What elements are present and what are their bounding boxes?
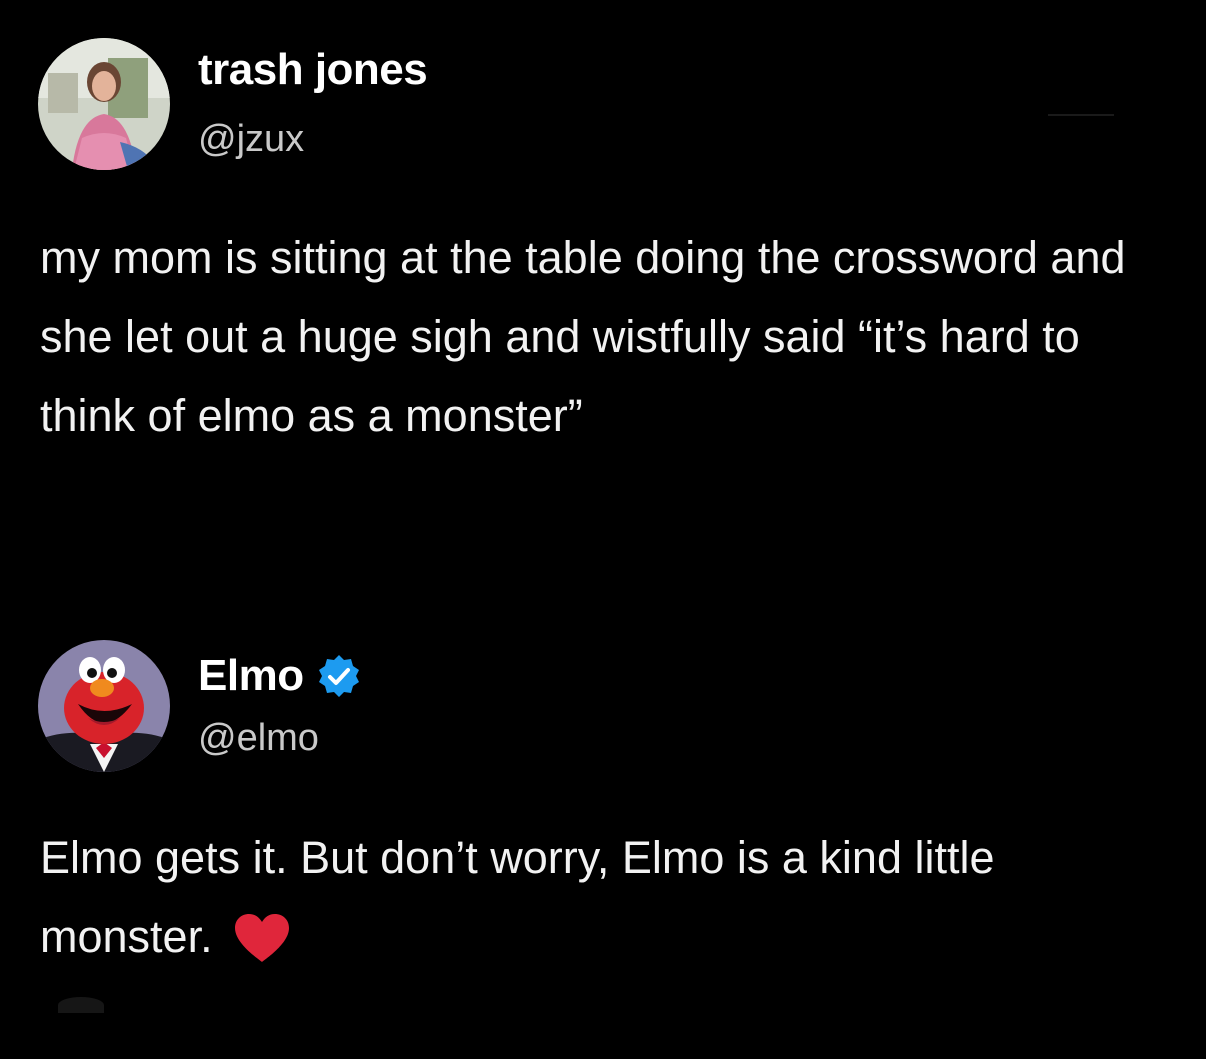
- display-name[interactable]: trash jones: [198, 44, 428, 96]
- avatar-elmo[interactable]: [38, 640, 170, 772]
- elmo-profile-icon: [38, 640, 170, 772]
- user-handle[interactable]: @elmo: [198, 715, 319, 761]
- author-row: Elmo: [198, 650, 362, 702]
- divider: [1048, 114, 1114, 116]
- author-row: trash jones: [198, 44, 428, 96]
- next-avatar-edge: [58, 997, 104, 1013]
- tweet-text: Elmo gets it. But don’t worry, Elmo is a…: [40, 818, 1170, 976]
- user-handle[interactable]: @jzux: [198, 116, 304, 162]
- avatar-trash-jones[interactable]: [38, 38, 170, 170]
- tweet-text-content: Elmo gets it. But don’t worry, Elmo is a…: [40, 832, 995, 962]
- profile-photo-icon: [38, 38, 170, 170]
- red-heart-icon: [233, 912, 291, 964]
- verified-badge-icon: [316, 653, 362, 699]
- display-name[interactable]: Elmo: [198, 650, 304, 702]
- tweet-text: my mom is sitting at the table doing the…: [40, 232, 1126, 441]
